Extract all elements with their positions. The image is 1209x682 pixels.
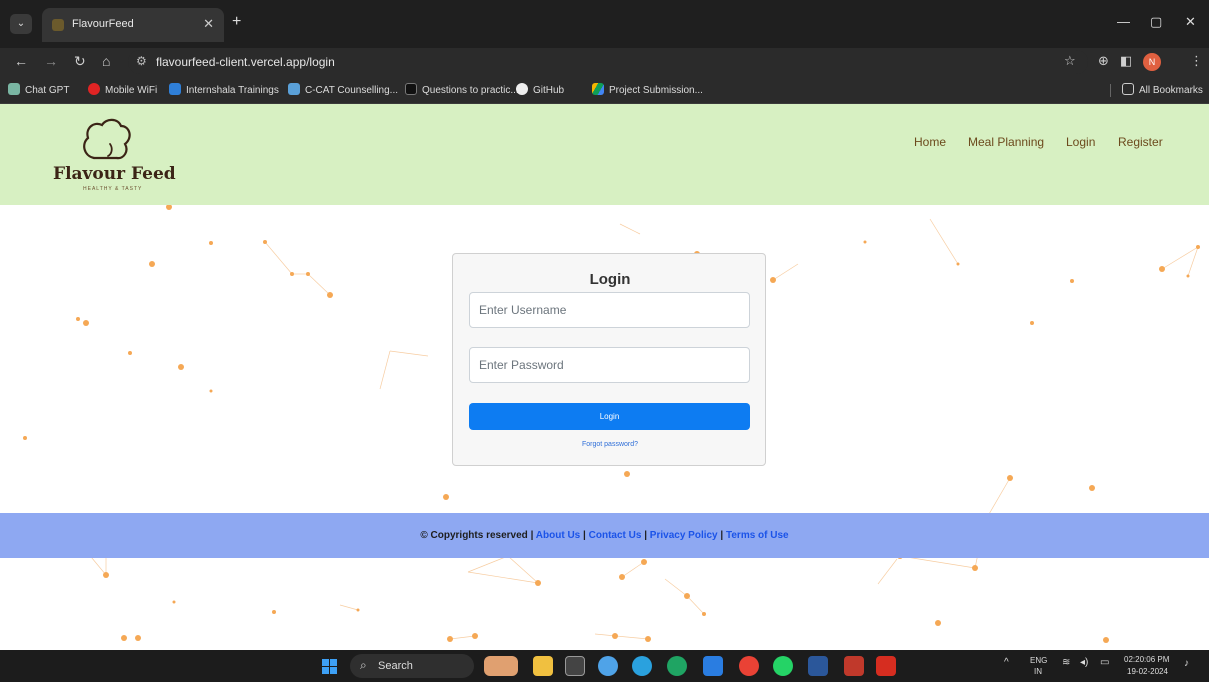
copyright-text: © Copyrights reserved bbox=[420, 530, 528, 541]
footer-contact-link[interactable]: Contact Us bbox=[589, 530, 642, 541]
site-tagline: HEALTHY & TASTY bbox=[83, 186, 143, 192]
chef-hat-logo-icon[interactable] bbox=[80, 118, 132, 164]
footer-about-link[interactable]: About Us bbox=[536, 530, 580, 541]
footer-separator: | bbox=[644, 530, 648, 541]
login-button[interactable]: Login bbox=[469, 403, 750, 430]
footer-separator: | bbox=[530, 530, 534, 541]
tab-search-button[interactable]: ⌄ bbox=[10, 14, 32, 34]
drive-icon bbox=[592, 83, 604, 95]
footer-terms-link[interactable]: Terms of Use bbox=[726, 530, 789, 541]
url-text: flavourfeed-client.vercel.app/login bbox=[156, 55, 335, 69]
footer-separator: | bbox=[583, 530, 586, 541]
web-page: Flavour Feed HEALTHY & TASTY Home Meal P… bbox=[0, 104, 1209, 650]
restore-icon[interactable]: ▢ bbox=[1150, 14, 1162, 30]
clock-time[interactable]: 02:20:06 PM bbox=[1124, 655, 1169, 664]
close-window-icon[interactable]: ✕ bbox=[1185, 14, 1196, 30]
site-brand[interactable]: Flavour Feed bbox=[53, 164, 176, 184]
whatsapp-icon[interactable] bbox=[773, 656, 793, 676]
telegram-icon[interactable] bbox=[632, 656, 652, 676]
edge-icon[interactable] bbox=[667, 656, 687, 676]
url-bar[interactable]: ⚙ flavourfeed-client.vercel.app/login bbox=[128, 50, 1088, 74]
extensions-icon[interactable]: ⊕ bbox=[1098, 53, 1109, 69]
bookmark-item[interactable]: Internshala Trainings bbox=[169, 83, 279, 96]
bookmark-star-icon[interactable]: ☆ bbox=[1064, 53, 1076, 69]
footer-separator: | bbox=[720, 530, 724, 541]
bookmark-item[interactable]: C-CAT Counselling... bbox=[288, 83, 398, 96]
address-bar-row: ← → ↻ ⌂ ⚙ flavourfeed-client.vercel.app/… bbox=[0, 48, 1209, 76]
notification-bell-icon[interactable]: ♪ bbox=[1184, 658, 1189, 669]
tab-close-icon[interactable]: ✕ bbox=[203, 16, 214, 32]
camera-icon[interactable] bbox=[565, 656, 585, 676]
internshala-icon bbox=[169, 83, 181, 95]
nav-register[interactable]: Register bbox=[1118, 135, 1163, 149]
nav-home[interactable]: Home bbox=[914, 135, 946, 149]
clock-date[interactable]: 19-02-2024 bbox=[1127, 667, 1168, 676]
battery-icon[interactable]: ▭ bbox=[1100, 657, 1109, 668]
copilot-icon[interactable] bbox=[598, 656, 618, 676]
reload-icon[interactable]: ↻ bbox=[74, 53, 86, 70]
login-card: Login Login Forgot password? bbox=[452, 253, 766, 466]
tab-title: FlavourFeed bbox=[72, 18, 134, 30]
profile-avatar[interactable]: N bbox=[1143, 53, 1161, 71]
bookmark-item[interactable]: GitHub bbox=[516, 83, 564, 96]
browser-menu-icon[interactable]: ⋮ bbox=[1190, 53, 1203, 69]
language-top[interactable]: ENG bbox=[1030, 656, 1047, 665]
browser-tab[interactable]: FlavourFeed ✕ bbox=[42, 8, 224, 42]
bookmark-item[interactable]: Chat GPT bbox=[8, 83, 69, 96]
side-panel-icon[interactable]: ◧ bbox=[1120, 53, 1132, 69]
all-bookmarks[interactable]: All Bookmarks bbox=[1122, 83, 1203, 96]
chrome-icon[interactable] bbox=[739, 656, 759, 676]
bookmark-item[interactable]: Questions to practic... bbox=[405, 83, 519, 96]
minimize-icon[interactable]: — bbox=[1117, 14, 1130, 29]
forward-icon[interactable]: → bbox=[44, 53, 58, 69]
windows-taskbar: ⌕ Search ^ ENG IN ≋ ◂) ▭ 02:20:06 PM 19-… bbox=[0, 650, 1209, 682]
folder-icon bbox=[1122, 83, 1134, 95]
browser-tab-bar: ⌄ FlavourFeed ✕ + — ▢ ✕ bbox=[0, 0, 1209, 48]
start-button-icon[interactable] bbox=[322, 659, 337, 674]
file-explorer-icon[interactable] bbox=[533, 656, 553, 676]
language-bottom[interactable]: IN bbox=[1034, 667, 1042, 676]
forgot-password-link[interactable]: Forgot password? bbox=[453, 441, 767, 448]
widgets-icon[interactable] bbox=[484, 656, 518, 676]
chatgpt-icon bbox=[8, 83, 20, 95]
home-icon[interactable]: ⌂ bbox=[102, 53, 110, 69]
site-header: Flavour Feed HEALTHY & TASTY Home Meal P… bbox=[0, 104, 1209, 205]
new-tab-icon[interactable]: + bbox=[232, 13, 241, 31]
wifi-icon bbox=[88, 83, 100, 95]
nav-login[interactable]: Login bbox=[1066, 135, 1095, 149]
login-title: Login bbox=[589, 271, 631, 288]
footer-privacy-link[interactable]: Privacy Policy bbox=[650, 530, 718, 541]
taskbar-search-label: Search bbox=[378, 660, 413, 672]
bookmarks-bar: Chat GPT Mobile WiFi Internshala Trainin… bbox=[0, 76, 1209, 104]
play-icon bbox=[405, 83, 417, 95]
word-icon[interactable] bbox=[808, 656, 828, 676]
volume-icon[interactable]: ◂) bbox=[1080, 657, 1088, 668]
username-input[interactable] bbox=[469, 292, 750, 328]
taskbar-search[interactable]: ⌕ Search bbox=[350, 654, 474, 678]
password-input[interactable] bbox=[469, 347, 750, 383]
todo-icon[interactable] bbox=[703, 656, 723, 676]
wifi-status-icon[interactable]: ≋ bbox=[1062, 657, 1070, 668]
site-footer: © Copyrights reserved | About Us | Conta… bbox=[0, 513, 1209, 558]
sublime-icon[interactable] bbox=[844, 656, 864, 676]
bookmark-item[interactable]: Mobile WiFi bbox=[88, 83, 157, 96]
bookmarks-divider bbox=[1110, 84, 1111, 97]
acrobat-icon[interactable] bbox=[876, 656, 896, 676]
tab-favicon-icon bbox=[52, 19, 64, 31]
ccat-icon bbox=[288, 83, 300, 95]
search-icon: ⌕ bbox=[360, 658, 367, 672]
github-icon bbox=[516, 83, 528, 95]
bookmark-item[interactable]: Project Submission... bbox=[592, 83, 703, 96]
back-icon[interactable]: ← bbox=[14, 53, 28, 69]
nav-meal-planning[interactable]: Meal Planning bbox=[968, 135, 1044, 149]
tray-overflow-icon[interactable]: ^ bbox=[1004, 657, 1009, 668]
site-info-icon[interactable]: ⚙ bbox=[136, 54, 147, 68]
